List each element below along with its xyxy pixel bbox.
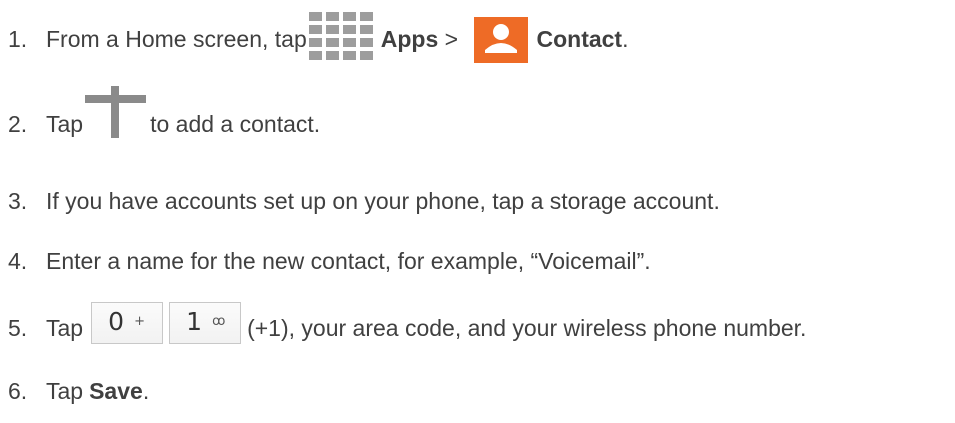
step-end: .: [622, 26, 629, 52]
plus-icon: [85, 86, 147, 138]
step-text: Tap: [46, 315, 84, 341]
step-text: If you have accounts set up on your phon…: [46, 188, 720, 214]
step-text: Tap: [46, 111, 84, 137]
apps-grid-tile: [325, 51, 339, 60]
apps-grid-tile: [325, 12, 339, 21]
step-6: 6. Tap Save .: [8, 378, 149, 405]
step-5: 5. Tap 0 + 1 ꝏ (+1), your area code, and…: [8, 302, 806, 344]
keypad-key-0: 0 +: [91, 302, 164, 344]
apps-grid-icon: [308, 12, 375, 63]
step-4: 4. Enter a name for the new contact, for…: [8, 248, 651, 275]
apps-grid-tile: [359, 25, 373, 34]
step-text: (+1), your area code, and your wireless …: [247, 315, 807, 341]
apps-grid-tile: [342, 12, 356, 21]
step-3: 3. If you have accounts set up on your p…: [8, 188, 720, 215]
step-number: 4.: [8, 248, 28, 274]
apps-grid-tile: [342, 38, 356, 47]
apps-grid-tile: [308, 38, 322, 47]
step-text: Tap: [46, 378, 84, 404]
keypad-key-1: 1 ꝏ: [169, 302, 242, 344]
step-number: 1.: [8, 26, 28, 52]
step-2: 2. Tap to add a contact.: [8, 86, 320, 138]
apps-grid-tile: [359, 38, 373, 47]
apps-grid-tile: [308, 25, 322, 34]
contact-person-icon: [474, 17, 529, 63]
save-label: Save: [89, 378, 143, 404]
key-sublabel: ꝏ: [212, 314, 226, 329]
apps-grid-tile: [359, 51, 373, 60]
contact-label: Contact: [536, 26, 623, 52]
key-sublabel: +: [134, 314, 145, 329]
apps-grid-tile: [325, 25, 339, 34]
step-text: to add a contact.: [150, 111, 321, 137]
apps-grid-tile: [325, 38, 339, 47]
apps-grid-tile: [342, 25, 356, 34]
separator: >: [438, 26, 465, 52]
step-number: 2.: [8, 111, 28, 137]
step-number: 6.: [8, 378, 28, 404]
step-text: Enter a name for the new contact, for ex…: [46, 248, 651, 274]
apps-grid-tile: [359, 12, 373, 21]
step-end: .: [142, 378, 150, 404]
apps-grid-tile: [342, 51, 356, 60]
apps-label: Apps: [380, 26, 439, 52]
step-number: 3.: [8, 188, 28, 214]
apps-grid-tile: [308, 12, 322, 21]
key-digit: 1: [186, 307, 202, 336]
key-digit: 0: [108, 307, 124, 336]
step-number: 5.: [8, 315, 28, 341]
step-text: From a Home screen, tap: [46, 26, 307, 52]
step-1: 1. From a Home screen, tap Apps > Contac…: [8, 12, 629, 63]
apps-grid-tile: [308, 51, 322, 60]
